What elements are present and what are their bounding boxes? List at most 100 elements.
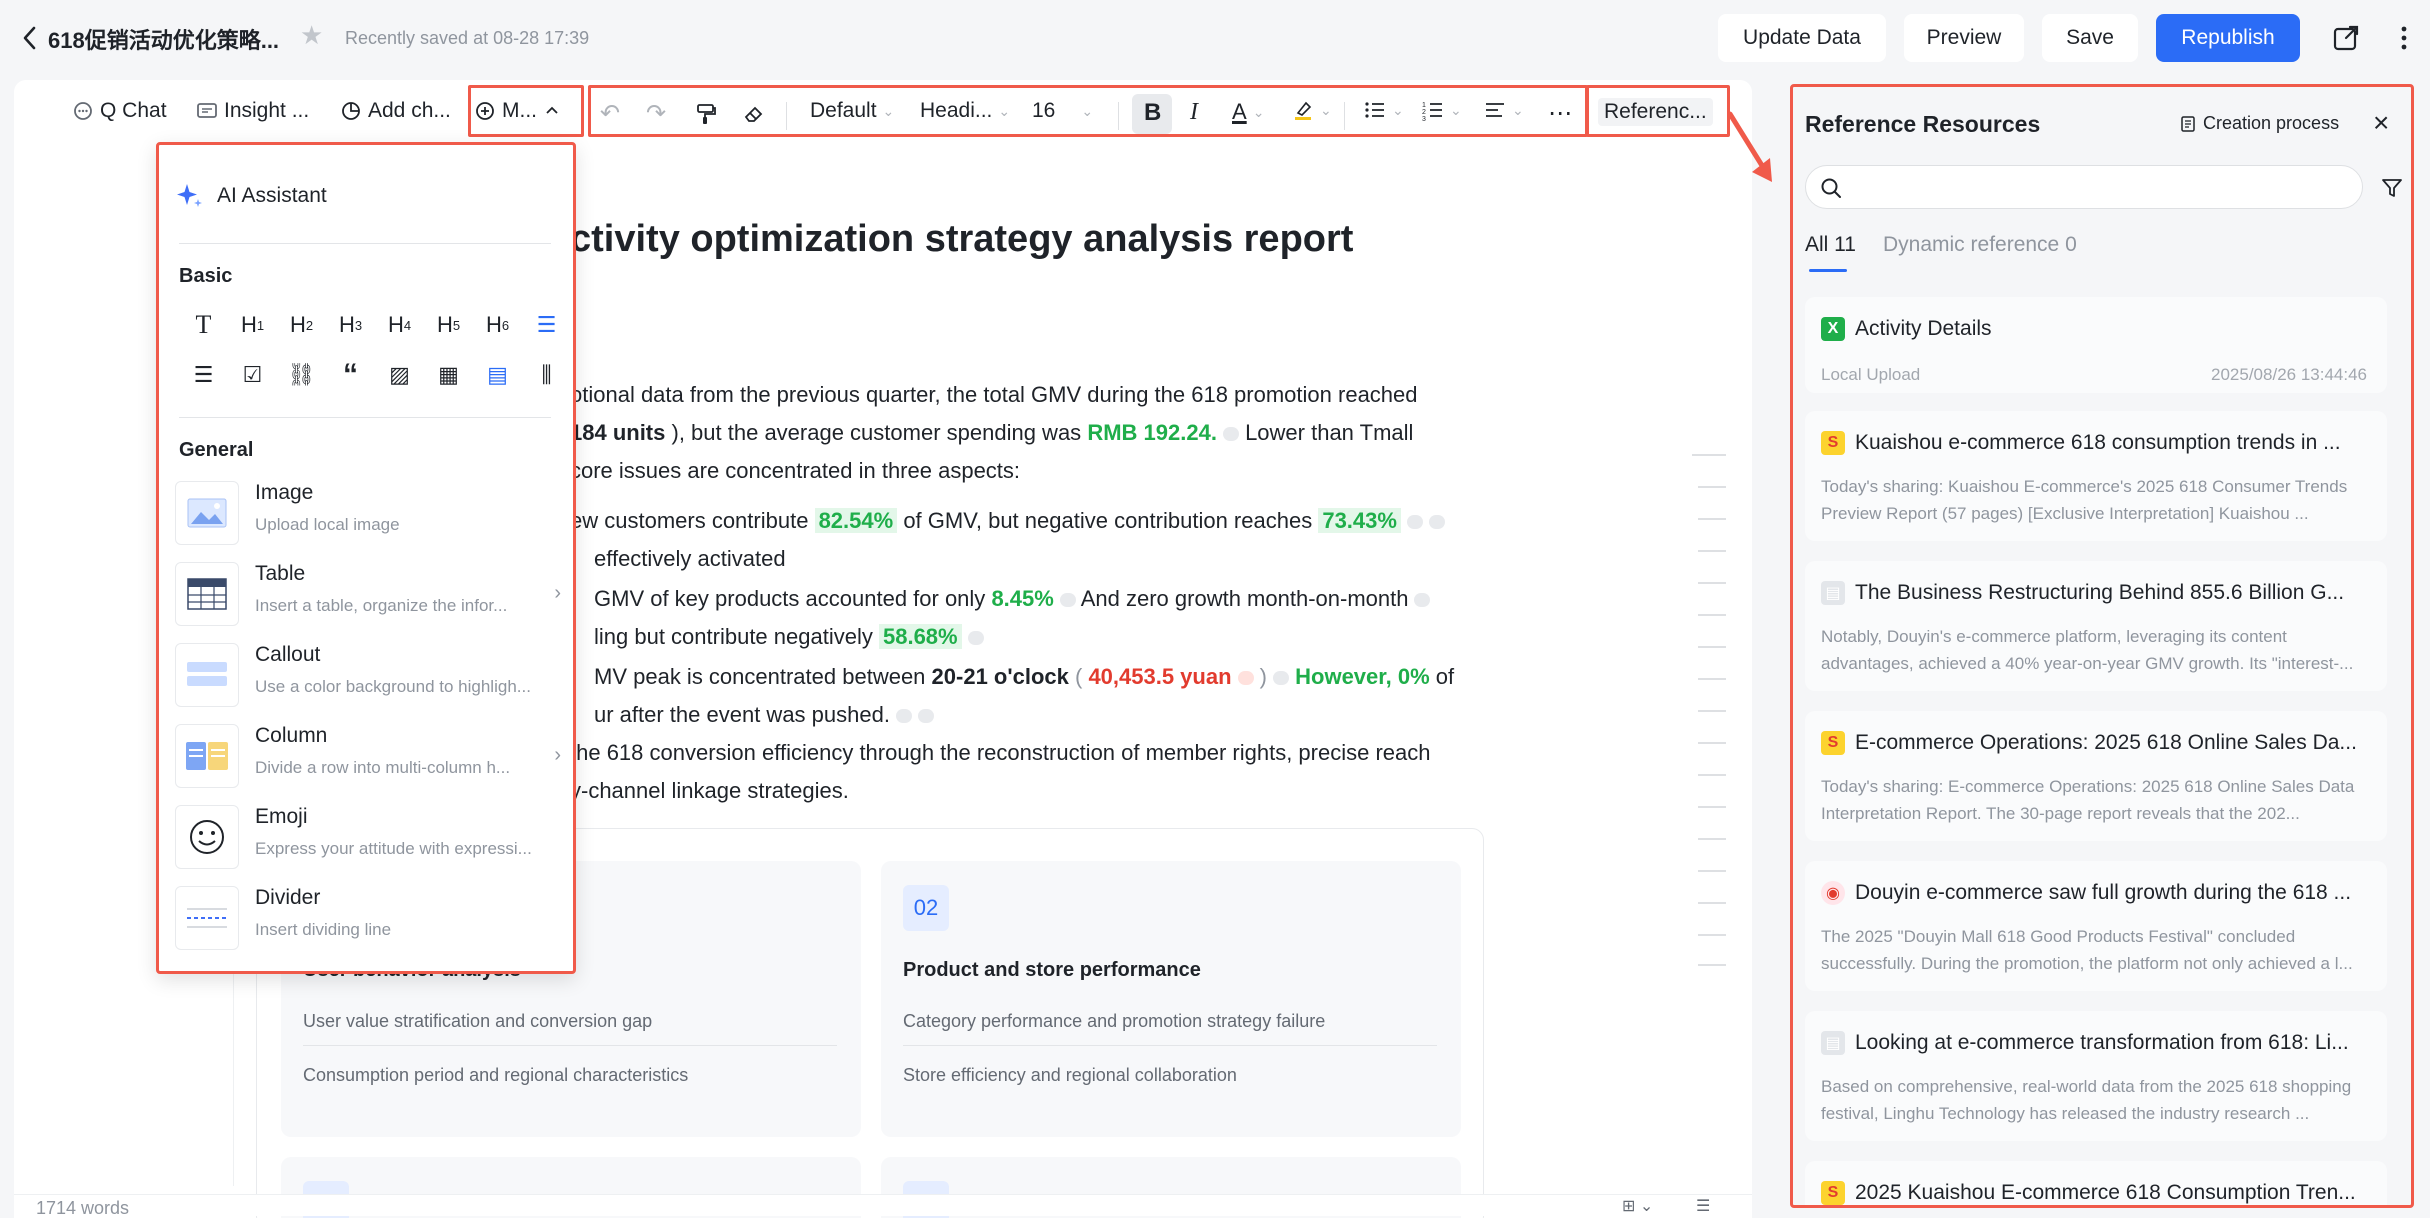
share-external-icon[interactable] [2330, 22, 2362, 54]
table-icon[interactable]: ▦ [424, 355, 473, 395]
menu-item-emoji[interactable]: Emoji Express your attitude with express… [175, 799, 565, 871]
outline-marker[interactable] [1698, 678, 1726, 680]
link-badge-icon[interactable] [917, 709, 934, 724]
callout-thumb-icon [175, 643, 239, 707]
reference-card-title: S 2025 Kuaishou E-commerce 618 Consumpti… [1821, 1181, 2356, 1205]
outline-marker[interactable] [1698, 774, 1726, 776]
update-data-button[interactable]: Update Data [1718, 14, 1886, 62]
document-title[interactable]: 618促销活动优化策略... [48, 23, 279, 55]
outline-marker[interactable] [1698, 582, 1726, 584]
outline-marker[interactable] [1698, 742, 1726, 744]
heading-3-icon[interactable]: H3 [326, 305, 375, 345]
reference-card[interactable]: S E-commerce Operations: 2025 618 Online… [1805, 711, 2387, 841]
republish-button[interactable]: Republish [2156, 14, 2300, 62]
kuaishou-icon: S [1821, 431, 1845, 455]
save-button[interactable]: Save [2042, 14, 2138, 62]
creation-process-button[interactable]: Creation process [2179, 113, 2339, 134]
menu-item-table[interactable]: Table Insert a table, organize the infor… [175, 556, 565, 628]
outline-marker[interactable] [1698, 646, 1726, 648]
document-icon: ▤ [1821, 1031, 1845, 1055]
back-arrow-icon[interactable] [18, 24, 42, 52]
outline-marker[interactable] [1698, 902, 1726, 904]
reference-highlight [1586, 85, 1730, 137]
link-icon[interactable]: ⛓ [277, 355, 326, 395]
close-icon[interactable]: × [2373, 109, 2389, 137]
document-heading: ctivity optimization strategy analysis r… [570, 218, 1354, 260]
columns-icon[interactable]: ⫼ [522, 355, 571, 395]
text-span: ew customers contribute [570, 508, 809, 533]
bullet-list-icon[interactable]: ☰ [179, 355, 228, 395]
reference-card[interactable]: ▤ The Business Restructuring Behind 855.… [1805, 561, 2387, 691]
link-badge-icon[interactable] [1273, 671, 1289, 686]
link-badge-icon[interactable] [1414, 593, 1431, 608]
menu-item-divider[interactable]: Divider Insert dividing line [175, 880, 565, 952]
outline-marker[interactable] [1698, 550, 1726, 552]
trend-badge-icon[interactable] [1237, 671, 1254, 686]
outline-marker[interactable] [1698, 806, 1726, 808]
image-icon[interactable]: ▨ [375, 355, 424, 395]
link-badge-icon[interactable] [1428, 515, 1445, 530]
outline-marker[interactable] [1698, 486, 1726, 488]
chart-badge-icon[interactable] [1222, 427, 1239, 442]
heading-4-icon[interactable]: H4 [375, 305, 424, 345]
metric-units: 184 units [570, 420, 666, 445]
reference-card-title: S E-commerce Operations: 2025 618 Online… [1821, 731, 2357, 755]
menu-item-column[interactable]: Column Divide a row into multi-column h.… [175, 718, 565, 790]
ai-assistant-item[interactable]: AI Assistant [175, 181, 327, 211]
callout-icon[interactable]: ▤ [473, 355, 522, 395]
outline-marker[interactable] [1698, 710, 1726, 712]
text-span: And zero growth month-on-month [1080, 586, 1409, 611]
outline-toggle-icon[interactable]: ☰ [1696, 1196, 1710, 1216]
section-card-2[interactable]: 02 Product and store performance Categor… [881, 861, 1461, 1137]
add-chart-tool[interactable]: Add ch... [340, 99, 451, 123]
reference-card[interactable]: S Kuaishou e-commerce 618 consumption tr… [1805, 411, 2387, 541]
star-icon[interactable]: ★ [300, 22, 323, 48]
insight-tool[interactable]: Insight ... [196, 99, 309, 123]
reference-card[interactable]: ◉ Douyin e-commerce saw full growth duri… [1805, 861, 2387, 991]
text-block-icon[interactable]: T [179, 305, 228, 345]
outline-marker[interactable] [1698, 870, 1726, 872]
menu-item-label: Callout [255, 643, 321, 666]
sparkle-icon [177, 184, 202, 207]
metric-rmb: RMB 192.24. [1087, 420, 1217, 445]
heading-2-icon[interactable]: H2 [277, 305, 326, 345]
outline-marker[interactable] [1698, 518, 1726, 520]
emoji-thumb-icon [175, 805, 239, 869]
reference-card[interactable]: S 2025 Kuaishou E-commerce 618 Consumpti… [1805, 1161, 2387, 1205]
paragraph-line: otional data from the previous quarter, … [570, 382, 1418, 407]
editor-toolbar: Q Chat Insight ... Add ch... M... ↶ ↷ De… [14, 80, 1752, 146]
more-vertical-icon[interactable] [2388, 22, 2420, 54]
link-badge-icon[interactable] [1406, 515, 1423, 530]
filter-icon[interactable] [2381, 177, 2403, 199]
reference-search[interactable] [1805, 165, 2363, 209]
outline-marker[interactable] [1698, 614, 1726, 616]
link-badge-icon[interactable] [967, 631, 984, 646]
menu-item-image[interactable]: Image Upload local image [175, 475, 565, 547]
paragraph-line: ur after the event was pushed. [594, 702, 934, 728]
tab-dynamic-reference[interactable]: Dynamic reference 0 [1883, 233, 2077, 257]
chart-badge-icon[interactable] [895, 709, 912, 724]
outline-marker[interactable] [1698, 838, 1726, 840]
paragraph-line: the 618 conversion efficiency through th… [570, 740, 1431, 765]
quote-icon[interactable]: “ [326, 355, 375, 395]
reference-search-input[interactable] [1850, 174, 2350, 202]
reference-card[interactable]: ▤ Looking at e-commerce transformation f… [1805, 1011, 2387, 1141]
view-mode-icon[interactable]: ⊞ ⌄ [1622, 1196, 1653, 1216]
chat-tool[interactable]: Q Chat [72, 99, 167, 123]
outline-marker[interactable] [1698, 934, 1726, 936]
paragraph-line: core issues are concentrated in three as… [570, 458, 1021, 483]
heading-6-icon[interactable]: H6 [473, 305, 522, 345]
outline-marker[interactable] [1698, 964, 1726, 966]
column-thumb-icon [175, 724, 239, 788]
outline-marker[interactable] [1692, 454, 1726, 456]
reference-card[interactable]: X Activity Details Local Upload 2025/08/… [1805, 297, 2387, 393]
menu-item-callout[interactable]: Callout Use a color background to highli… [175, 637, 565, 709]
preview-button[interactable]: Preview [1904, 14, 2024, 62]
ordered-list-icon[interactable]: ☰ [522, 305, 571, 345]
heading-5-icon[interactable]: H5 [424, 305, 473, 345]
checkbox-icon[interactable]: ☑ [228, 355, 277, 395]
text-span: ur after the event was pushed. [594, 702, 890, 727]
heading-1-icon[interactable]: H1 [228, 305, 277, 345]
chart-badge-icon[interactable] [1059, 593, 1076, 608]
tab-all[interactable]: All 11 [1805, 233, 1856, 257]
